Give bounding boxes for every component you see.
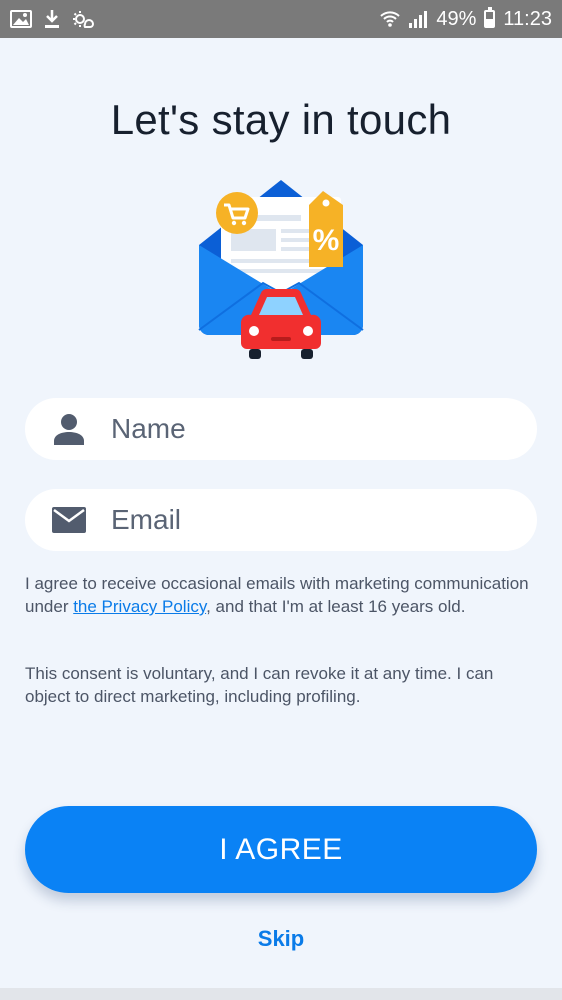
- privacy-policy-link[interactable]: the Privacy Policy: [73, 597, 206, 616]
- download-icon: [44, 9, 60, 29]
- navigation-bar: [0, 988, 562, 1000]
- status-bar: 49% 11:23: [0, 0, 562, 38]
- cart-icon: [216, 192, 258, 234]
- person-icon: [51, 411, 87, 447]
- name-field[interactable]: [25, 398, 537, 460]
- newsletter-illustration: %: [191, 175, 371, 375]
- signal-icon: [408, 10, 428, 28]
- email-field[interactable]: [25, 489, 537, 551]
- name-input[interactable]: [111, 413, 511, 445]
- battery-icon: [484, 7, 496, 28]
- email-input[interactable]: [111, 504, 511, 536]
- wifi-icon: [380, 10, 401, 28]
- skip-link[interactable]: Skip: [0, 926, 562, 952]
- status-left: [10, 9, 96, 29]
- discount-tag-icon: %: [309, 191, 343, 267]
- agree-button[interactable]: I AGREE: [25, 806, 537, 893]
- mail-icon: [51, 502, 87, 538]
- clock: 11:23: [503, 7, 552, 30]
- status-right: 49% 11:23: [380, 7, 552, 31]
- tag-percent: %: [313, 224, 340, 257]
- weather-icon: [72, 9, 96, 29]
- consent-text: I agree to receive occasional emails wit…: [25, 572, 540, 618]
- page-title: Let's stay in touch: [110, 96, 452, 143]
- image-icon: [10, 9, 32, 29]
- consent-revoke-text: This consent is voluntary, and I can rev…: [25, 664, 494, 706]
- battery-percentage: 49%: [436, 7, 477, 30]
- consent-text-part2: , and that I'm at least 16 years old.: [206, 597, 466, 616]
